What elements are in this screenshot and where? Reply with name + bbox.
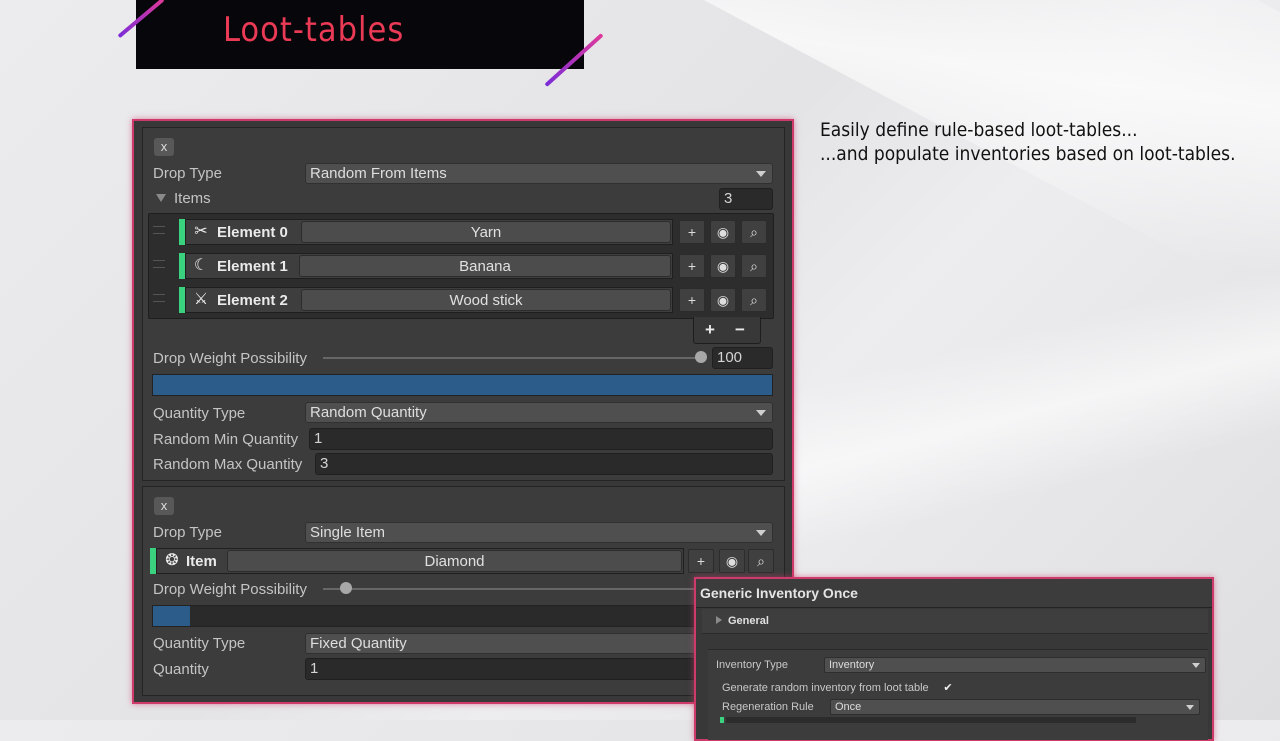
eye-icon[interactable]: ◉ — [710, 254, 736, 278]
regeneration-rule-value: Once — [835, 701, 862, 713]
progress-fill — [153, 606, 191, 626]
min-quantity-label: Random Min Quantity — [153, 431, 299, 448]
caption: Easily define rule-based loot-tables... … — [820, 118, 1236, 166]
drop-weight-slider[interactable] — [323, 588, 701, 590]
quantity-type-value: Fixed Quantity — [310, 635, 407, 652]
list-footer: + − — [693, 317, 761, 344]
status-indicator — [720, 717, 724, 723]
items-label: Items — [174, 190, 211, 207]
remove-entry-button[interactable]: x — [154, 138, 174, 156]
min-quantity-field[interactable]: 1 — [309, 428, 773, 450]
add-item-button[interactable]: + — [705, 320, 715, 340]
drop-type-value: Random From Items — [310, 165, 447, 182]
page-title: Loot-tables — [223, 10, 405, 50]
drag-handle-icon[interactable] — [153, 294, 165, 302]
drop-weight-label: Drop Weight Possibility — [153, 581, 307, 598]
foldout-arrow-icon[interactable] — [156, 194, 166, 202]
drag-handle-icon[interactable] — [153, 226, 165, 234]
item-label: Item — [186, 553, 217, 570]
inventory-type-value: Inventory — [829, 659, 875, 671]
quantity-label: Quantity — [153, 661, 209, 678]
general-foldout[interactable]: General — [702, 609, 1208, 634]
chevron-right-icon — [716, 616, 722, 624]
drop-type-dropdown[interactable]: Random From Items — [305, 163, 773, 184]
drop-type-label: Drop Type — [153, 524, 222, 541]
drop-type-label: Drop Type — [153, 165, 222, 182]
items-list: ✂ Element 0 Yarn + ◉ ⌕ ☾ Element 1 Banan… — [148, 213, 774, 319]
add-button[interactable]: + — [688, 549, 714, 573]
element-label: Element 2 — [217, 292, 288, 309]
chevron-down-icon — [1186, 705, 1194, 710]
search-icon[interactable]: ⌕ — [741, 288, 767, 312]
yarn-icon: ✂ — [194, 223, 208, 240]
item-object-field[interactable]: Yarn — [301, 221, 671, 243]
quantity-type-label: Quantity Type — [153, 405, 246, 422]
list-item: ⚔ Element 2 Wood stick + ◉ ⌕ — [149, 285, 773, 313]
quantity-type-value: Random Quantity — [310, 404, 427, 421]
drop-weight-slider[interactable] — [323, 357, 701, 359]
quantity-type-dropdown[interactable]: Random Quantity — [305, 402, 773, 423]
inventory-type-dropdown[interactable]: Inventory — [824, 657, 1206, 673]
slider-handle[interactable] — [339, 582, 352, 594]
inventory-title: Generic Inventory Once — [700, 585, 858, 601]
max-quantity-label: Random Max Quantity — [153, 456, 303, 473]
element-label: Element 1 — [217, 258, 288, 275]
element-label: Element 0 — [217, 224, 288, 241]
progress-fill — [153, 375, 772, 395]
list-item: ✂ Element 0 Yarn + ◉ ⌕ — [149, 217, 773, 245]
diamond-icon: ❂ — [165, 552, 179, 569]
inventory-type-label: Inventory Type — [716, 659, 788, 671]
item-object-field[interactable]: Wood stick — [301, 289, 671, 311]
add-button[interactable]: + — [679, 288, 705, 312]
generate-label: Generate random inventory from loot tabl… — [722, 682, 929, 694]
item-object-field[interactable]: Banana — [299, 255, 671, 277]
item-object-field[interactable]: Diamond — [227, 550, 682, 572]
drop-weight-label: Drop Weight Possibility — [153, 350, 307, 367]
eye-icon[interactable]: ◉ — [710, 220, 736, 244]
add-button[interactable]: + — [679, 254, 705, 278]
chevron-down-icon — [1192, 663, 1200, 668]
list-item: ☾ Element 1 Banana + ◉ ⌕ — [149, 251, 773, 279]
inventory-inspector: Generic Inventory Once General Inventory… — [694, 577, 1214, 741]
regeneration-rule-dropdown[interactable]: Once — [830, 699, 1200, 715]
regeneration-rule-label: Regeneration Rule — [722, 701, 814, 713]
remove-item-button[interactable]: − — [735, 320, 745, 340]
add-button[interactable]: + — [679, 220, 705, 244]
slider-handle[interactable] — [695, 351, 707, 363]
drop-type-value: Single Item — [310, 524, 386, 541]
drop-weight-bar — [152, 374, 773, 396]
remove-entry-button[interactable]: x — [154, 497, 174, 515]
loot-entry-2: x Drop Type Single Item ❂ Item Diamond +… — [142, 486, 785, 696]
drop-type-dropdown[interactable]: Single Item — [305, 522, 773, 543]
chevron-down-icon — [756, 171, 766, 177]
field-row — [726, 717, 1136, 723]
drop-weight-field[interactable]: 100 — [712, 347, 773, 369]
check-icon[interactable]: ✔ — [942, 682, 954, 694]
drag-handle-icon[interactable] — [153, 260, 165, 268]
max-quantity-field[interactable]: 3 — [315, 453, 773, 475]
items-count-field[interactable]: 3 — [719, 188, 773, 210]
quantity-type-label: Quantity Type — [153, 635, 246, 652]
search-icon[interactable]: ⌕ — [741, 220, 767, 244]
stick-icon: ⚔ — [193, 291, 209, 308]
eye-icon[interactable]: ◉ — [719, 549, 745, 573]
caption-line: ...and populate inventories based on loo… — [820, 143, 1236, 165]
banana-icon: ☾ — [193, 257, 209, 274]
loot-entry-1: x Drop Type Random From Items Items 3 ✂ … — [142, 127, 785, 481]
chevron-down-icon — [756, 530, 766, 536]
search-icon[interactable]: ⌕ — [748, 549, 774, 573]
drop-weight-bar — [152, 605, 773, 627]
search-icon[interactable]: ⌕ — [741, 254, 767, 278]
chevron-down-icon — [756, 410, 766, 416]
inventory-header: Generic Inventory Once — [696, 579, 1212, 608]
caption-line: Easily define rule-based loot-tables... — [820, 119, 1138, 141]
eye-icon[interactable]: ◉ — [710, 288, 736, 312]
general-label: General — [728, 615, 769, 627]
